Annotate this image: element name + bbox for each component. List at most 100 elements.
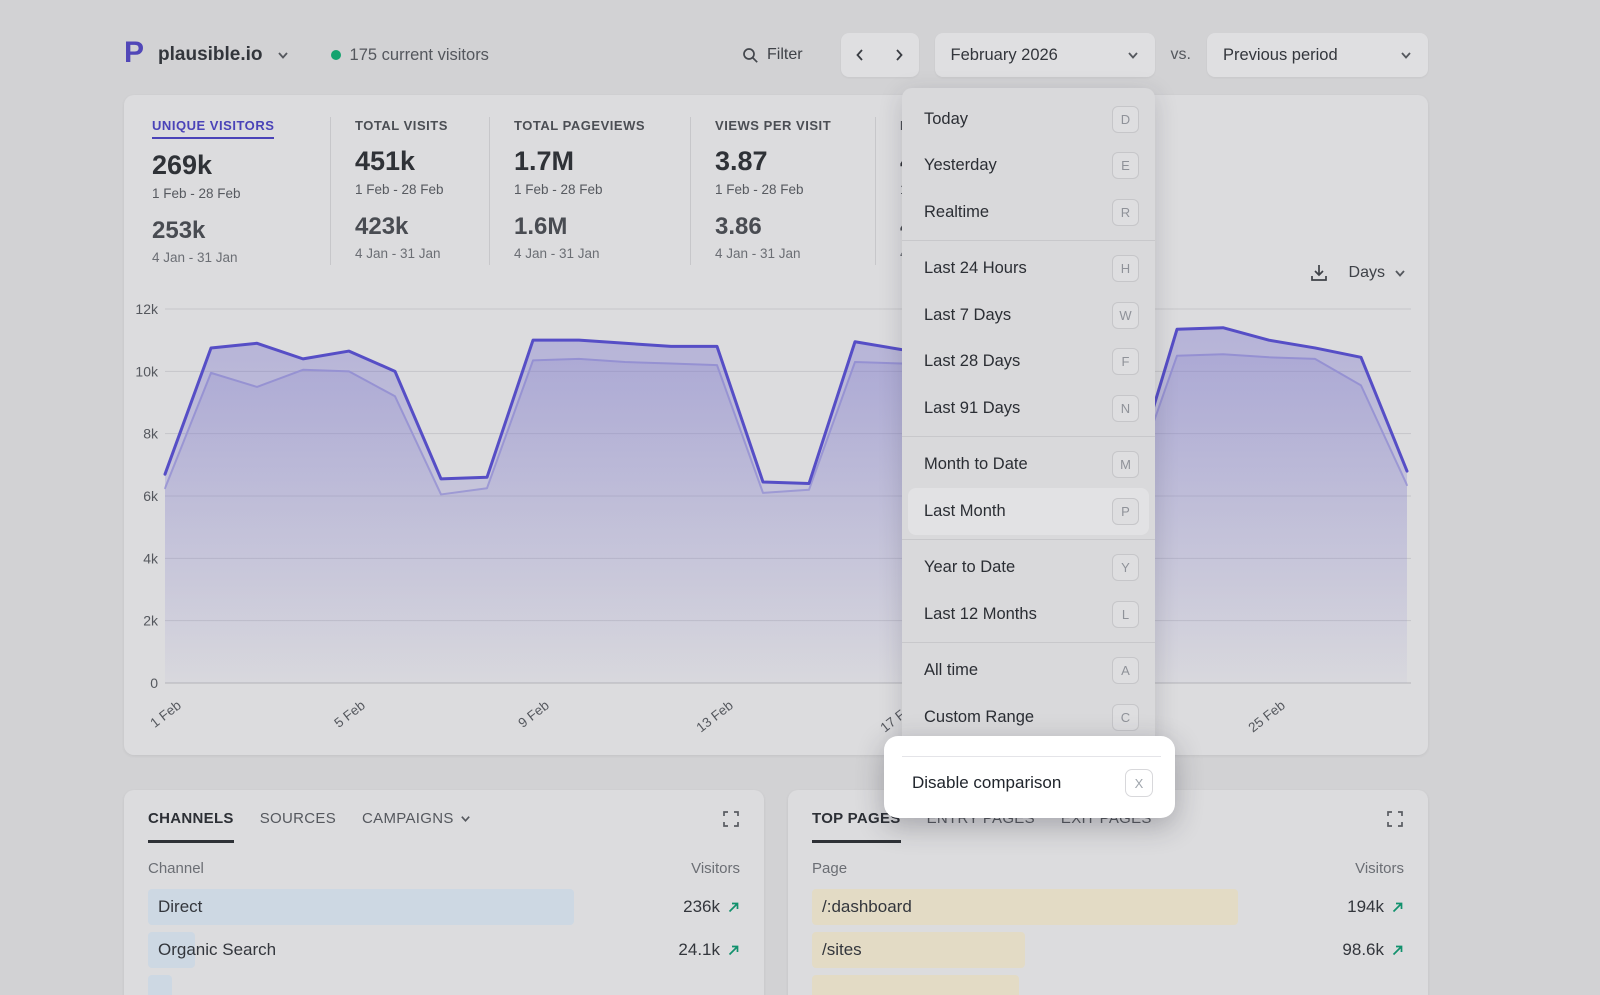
menu-divider (902, 436, 1155, 437)
stat-prev-value: 253k (152, 217, 316, 245)
table-row-organic-search[interactable]: Organic Search24.1k (148, 932, 740, 968)
site-switcher[interactable]: plausible.io (158, 44, 263, 66)
row-label: Direct (148, 897, 202, 917)
menu-item-custom-range[interactable]: Custom RangeC (902, 694, 1155, 741)
menu-item-year-to-date[interactable]: Year to DateY (902, 545, 1155, 592)
current-visitors[interactable]: 175 current visitors (331, 46, 489, 65)
row-bar (148, 889, 574, 925)
disable-comparison-popup: Disable comparison X (884, 736, 1175, 818)
y-axis-tick-label: 6k (143, 488, 159, 504)
menu-item-month-to-date[interactable]: Month to DateM (902, 442, 1155, 489)
table-header: Channel Visitors (148, 860, 740, 877)
shortcut-key-badge: Y (1112, 554, 1139, 581)
expand-icon[interactable] (722, 810, 740, 828)
y-axis-tick-label: 2k (143, 613, 159, 629)
menu-item-disable-comparison[interactable]: Disable comparison X (884, 757, 1175, 809)
stat-value: 1.7M (514, 146, 676, 177)
row-bar (812, 975, 1019, 995)
interval-select[interactable]: Days (1349, 264, 1406, 282)
row-value: 24.1k (678, 940, 740, 960)
channels-rows: Direct 236k Organic Search24.1k (148, 889, 740, 995)
menu-item-last-91-days[interactable]: Last 91 DaysN (902, 385, 1155, 432)
visitors-chart[interactable]: 02k4k6k8k10k12k1 Feb5 Feb9 Feb13 Feb17 F… (136, 298, 1416, 744)
tab-sources[interactable]: SOURCES (260, 810, 336, 827)
pages-card: TOP PAGESENTRY PAGESEXIT PAGES Page Visi… (788, 790, 1428, 995)
menu-item-label: Today (924, 110, 968, 129)
stat-tab-views-per-visit[interactable]: VIEWS PER VISIT3.871 Feb - 28 Feb3.864 J… (690, 117, 875, 265)
chevron-down-icon (277, 49, 289, 61)
stat-value: 451k (355, 146, 475, 177)
tab-label: SOURCES (260, 810, 336, 827)
row-value-text: 236k (683, 897, 720, 917)
column-header: Channel (148, 860, 204, 877)
row-value: 236k (683, 897, 740, 917)
trend-up-icon (1391, 944, 1404, 957)
stat-label: UNIQUE VISITORS (152, 118, 274, 139)
download-icon[interactable] (1309, 263, 1329, 283)
menu-item-label: Last 7 Days (924, 306, 1011, 325)
row-value: 194k (1347, 897, 1404, 917)
chevron-down-icon (460, 813, 471, 824)
shortcut-key-badge: F (1112, 348, 1139, 375)
y-axis-tick-label: 10k (136, 363, 159, 379)
comparison-label: Previous period (1223, 46, 1338, 65)
shortcut-key-badge: E (1112, 152, 1139, 179)
stat-prev-period: 4 Jan - 31 Jan (355, 246, 475, 261)
filter-button[interactable]: Filter (742, 46, 803, 64)
plausible-logo-icon: P (124, 38, 144, 68)
tab-label: CHANNELS (148, 810, 234, 827)
interval-label: Days (1349, 264, 1385, 282)
menu-item-label: Last 12 Months (924, 605, 1037, 624)
table-row-direct[interactable]: Direct 236k (148, 889, 740, 925)
stat-period: 1 Feb - 28 Feb (355, 182, 475, 197)
date-range-select[interactable]: February 2026 (935, 33, 1155, 77)
menu-item-label: Last Month (924, 502, 1006, 521)
row-bar (148, 975, 172, 995)
stat-tab-total-visits[interactable]: TOTAL VISITS451k1 Feb - 28 Feb423k4 Jan … (330, 117, 489, 265)
previous-period-arrow-button[interactable] (841, 33, 880, 77)
menu-item-last-28-days[interactable]: Last 28 Days F (902, 339, 1155, 386)
stat-tab-unique-visitors[interactable]: UNIQUE VISITORS269k1 Feb - 28 Feb253k4 J… (152, 117, 330, 265)
stat-label-wrap: UNIQUE VISITORS (152, 117, 316, 139)
filter-label: Filter (767, 46, 803, 64)
menu-item-last-7-days[interactable]: Last 7 DaysW (902, 292, 1155, 339)
tab-channels[interactable]: CHANNELS (148, 810, 234, 827)
chart-area-1-feb-28-feb (165, 328, 1407, 683)
tab-label: CAMPAIGNS (362, 810, 454, 827)
menu-item-today[interactable]: Today D (902, 96, 1155, 143)
menu-item-all-time[interactable]: All timeA (902, 648, 1155, 695)
top-nav: P plausible.io 175 current visitors Filt… (124, 30, 1428, 80)
comparison-select[interactable]: Previous period (1207, 33, 1428, 77)
tab-campaigns[interactable]: CAMPAIGNS (362, 810, 471, 827)
pages-rows: /:dashboard194k/sites98.6k (812, 889, 1404, 995)
y-axis-tick-label: 12k (136, 301, 159, 317)
shortcut-key-badge: D (1112, 106, 1139, 133)
column-header: Visitors (691, 860, 740, 877)
menu-item-realtime[interactable]: Realtime R (902, 189, 1155, 236)
stat-tab-total-pageviews[interactable]: TOTAL PAGEVIEWS1.7M1 Feb - 28 Feb1.6M4 J… (489, 117, 690, 265)
menu-divider (902, 642, 1155, 643)
next-period-arrow-button[interactable] (880, 33, 919, 77)
menu-item-last-12-months[interactable]: Last 12 Months L (902, 591, 1155, 638)
channels-tabs: CHANNELS SOURCES CAMPAIGNS (148, 790, 740, 830)
table-row-item[interactable] (812, 975, 1404, 995)
menu-item-last-month[interactable]: Last MonthP (908, 488, 1149, 535)
stat-value: 3.87 (715, 146, 861, 177)
shortcut-key-badge: C (1112, 704, 1139, 731)
shortcut-key-badge: L (1112, 601, 1139, 628)
trend-up-icon (727, 901, 740, 914)
shortcut-key-badge: R (1112, 199, 1139, 226)
table-row-sites[interactable]: /sites98.6k (812, 932, 1404, 968)
row-value-text: 24.1k (678, 940, 720, 960)
menu-item-label: All time (924, 661, 978, 680)
table-row-item[interactable] (148, 975, 740, 995)
table-row-dashboard[interactable]: /:dashboard194k (812, 889, 1404, 925)
menu-item-label: Last 28 Days (924, 352, 1020, 371)
stat-prev-value: 423k (355, 213, 475, 241)
chevron-right-icon (893, 48, 905, 62)
menu-item-last-24-hours[interactable]: Last 24 HoursH (902, 246, 1155, 293)
expand-icon[interactable] (1386, 810, 1404, 828)
menu-item-yesterday[interactable]: YesterdayE (902, 143, 1155, 190)
menu-item-label: Last 91 Days (924, 399, 1020, 418)
menu-item-label: Realtime (924, 203, 989, 222)
